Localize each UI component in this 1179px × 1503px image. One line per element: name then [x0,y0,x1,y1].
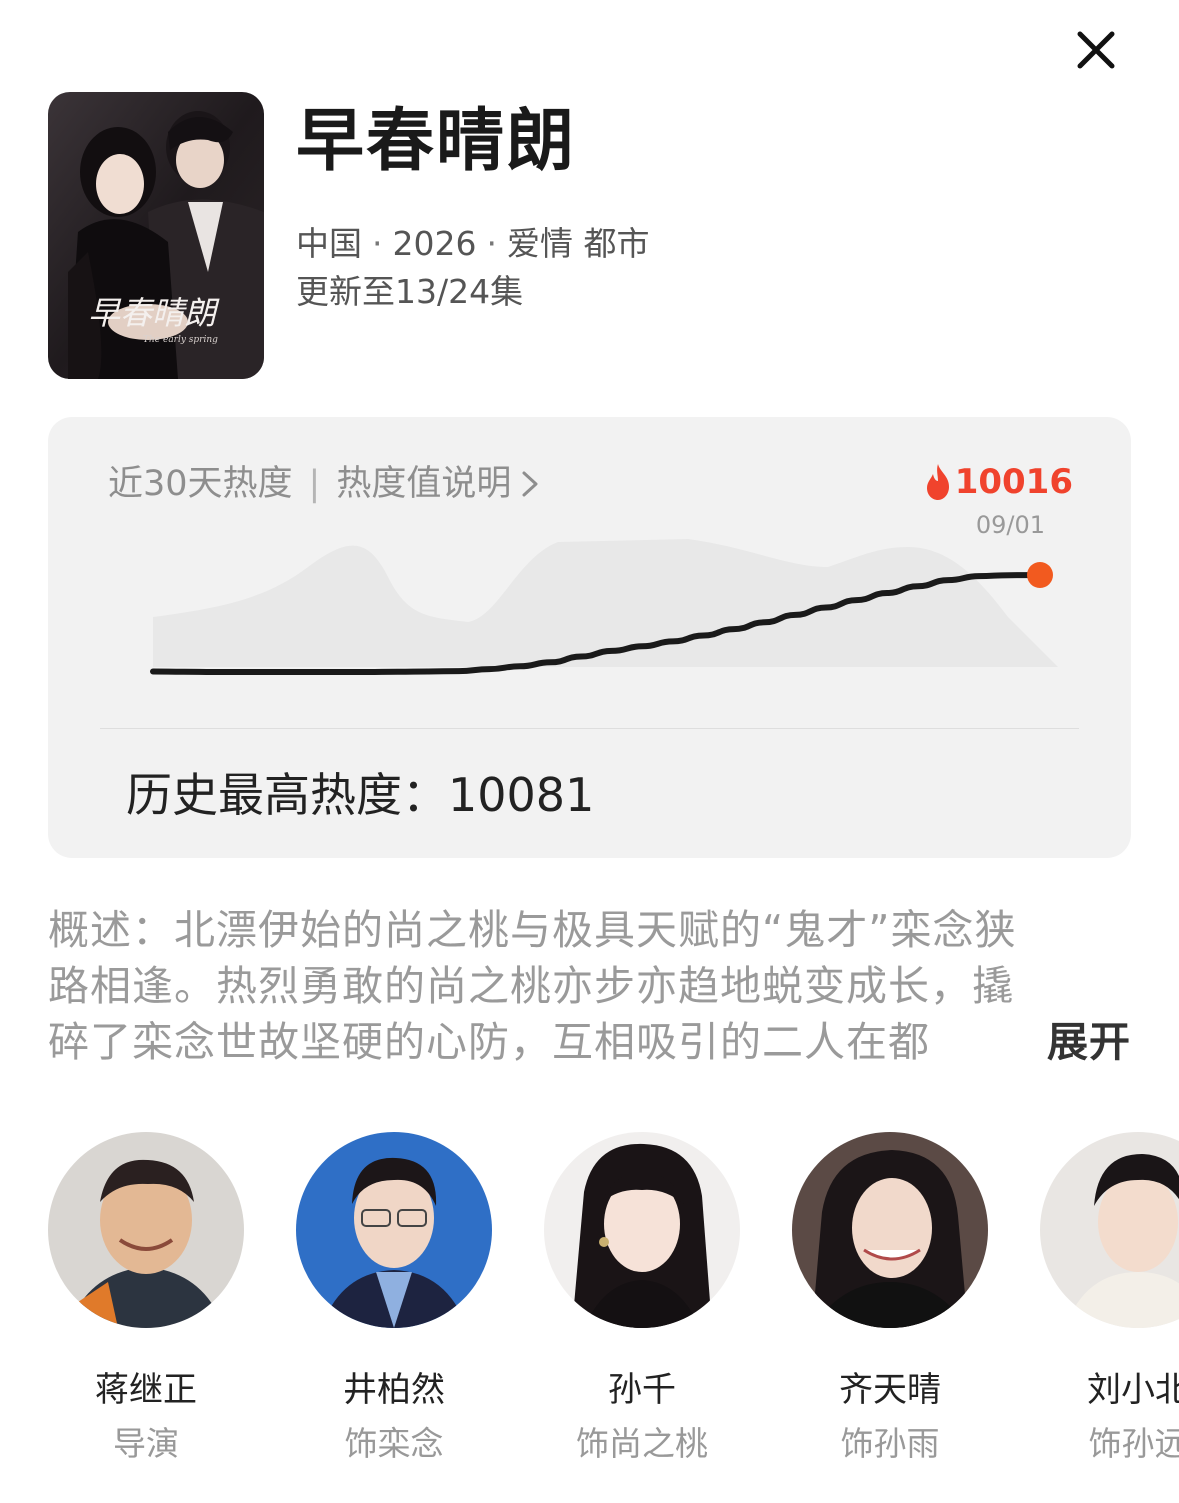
cast-role: 导演 [113,1424,179,1463]
cast-item-director[interactable]: 蒋继正 导演 [48,1132,244,1466]
cast-item[interactable]: 井柏然 饰栾念 [296,1132,492,1466]
person-photo [48,1132,244,1328]
country: 中国 [296,224,362,263]
cast-role: 饰尚之桃 [576,1424,708,1463]
avatar [544,1132,740,1328]
meta-separator: · [486,224,497,263]
flame-icon [926,464,949,500]
background-area [153,539,1058,667]
current-heat-date: 09/01 [975,511,1045,539]
avatar [296,1132,492,1328]
avatar [792,1132,988,1328]
heat-explain-label: 热度值说明 [336,464,512,504]
episode-progress: 更新至13/24集 [296,272,524,311]
cast-name: 刘小北 [1087,1370,1179,1410]
close-icon [1077,31,1115,69]
card-divider [100,728,1079,729]
max-heat-value: 10081 [448,768,595,822]
max-heat: 历史最高热度：10081 [126,765,594,825]
synopsis-line: 碎了栾念世故坚硬的心防，互相吸引的二人在都 [48,1018,930,1066]
cast-item[interactable]: 齐天晴 饰孙雨 [792,1132,988,1466]
svg-text:早春晴朗: 早春晴朗 [88,294,220,332]
person-photo [544,1132,740,1328]
cast-list: 蒋继正 导演 井柏然 饰栾念 孙千 饰尚之桃 齐天晴 饰孙雨 刘小北 饰孙远 [0,1132,1179,1472]
cast-role: 饰孙雨 [840,1424,940,1463]
cast-role: 饰孙远 [1088,1424,1179,1463]
max-heat-label: 历史最高热度： [126,768,448,822]
current-heat: 10016 [923,459,1073,505]
person-photo [1040,1132,1179,1328]
drama-title: 早春晴朗 [296,102,577,181]
synopsis-line: 路相逢。热烈勇敢的尚之桃亦步亦趋地蜕变成长，撬 [48,962,1014,1010]
heat-current-point [1027,562,1053,588]
person-photo [296,1132,492,1328]
cast-name: 孙千 [608,1370,676,1410]
avatar [1040,1132,1179,1328]
heat-period-label: 近30天热度 [108,464,293,504]
genres: 爱情 都市 [506,224,650,263]
cast-name: 蒋继正 [95,1370,197,1410]
heat-explain-link[interactable]: 热度值说明 [336,461,539,507]
person-photo [792,1132,988,1328]
poster-image: 早春晴朗 The early spring [48,92,264,379]
drama-meta: 中国 · 2026 · 爱情 都市 [296,222,649,266]
drama-poster[interactable]: 早春晴朗 The early spring [48,92,264,379]
avatar [48,1132,244,1328]
chevron-right-icon [522,471,538,497]
header-divider: | [308,464,321,504]
synopsis: 概述：北漂伊始的尚之桃与极具天赋的“鬼才”栾念狭 路相逢。热烈勇敢的尚之桃亦步亦… [48,902,1131,1070]
cast-item[interactable]: 孙千 饰尚之桃 [544,1132,740,1466]
cast-item[interactable]: 刘小北 饰孙远 [1040,1132,1179,1466]
heat-card: 近30天热度 | 热度值说明 10016 09/01 历史最高热度：10081 [48,417,1131,858]
meta-separator: · [372,224,383,263]
cast-name: 齐天晴 [839,1370,941,1410]
year: 2026 [392,224,477,263]
cast-name: 井柏然 [343,1370,445,1410]
current-heat-value: 10016 [954,462,1073,502]
heat-header: 近30天热度 | 热度值说明 [108,461,539,507]
svg-text:The early spring: The early spring [143,335,218,345]
expand-button[interactable]: 展开 [1027,1014,1131,1070]
cast-role: 饰栾念 [344,1424,444,1463]
synopsis-line: 概述：北漂伊始的尚之桃与极具天赋的“鬼才”栾念狭 [48,906,1017,954]
close-button[interactable] [1068,22,1124,78]
